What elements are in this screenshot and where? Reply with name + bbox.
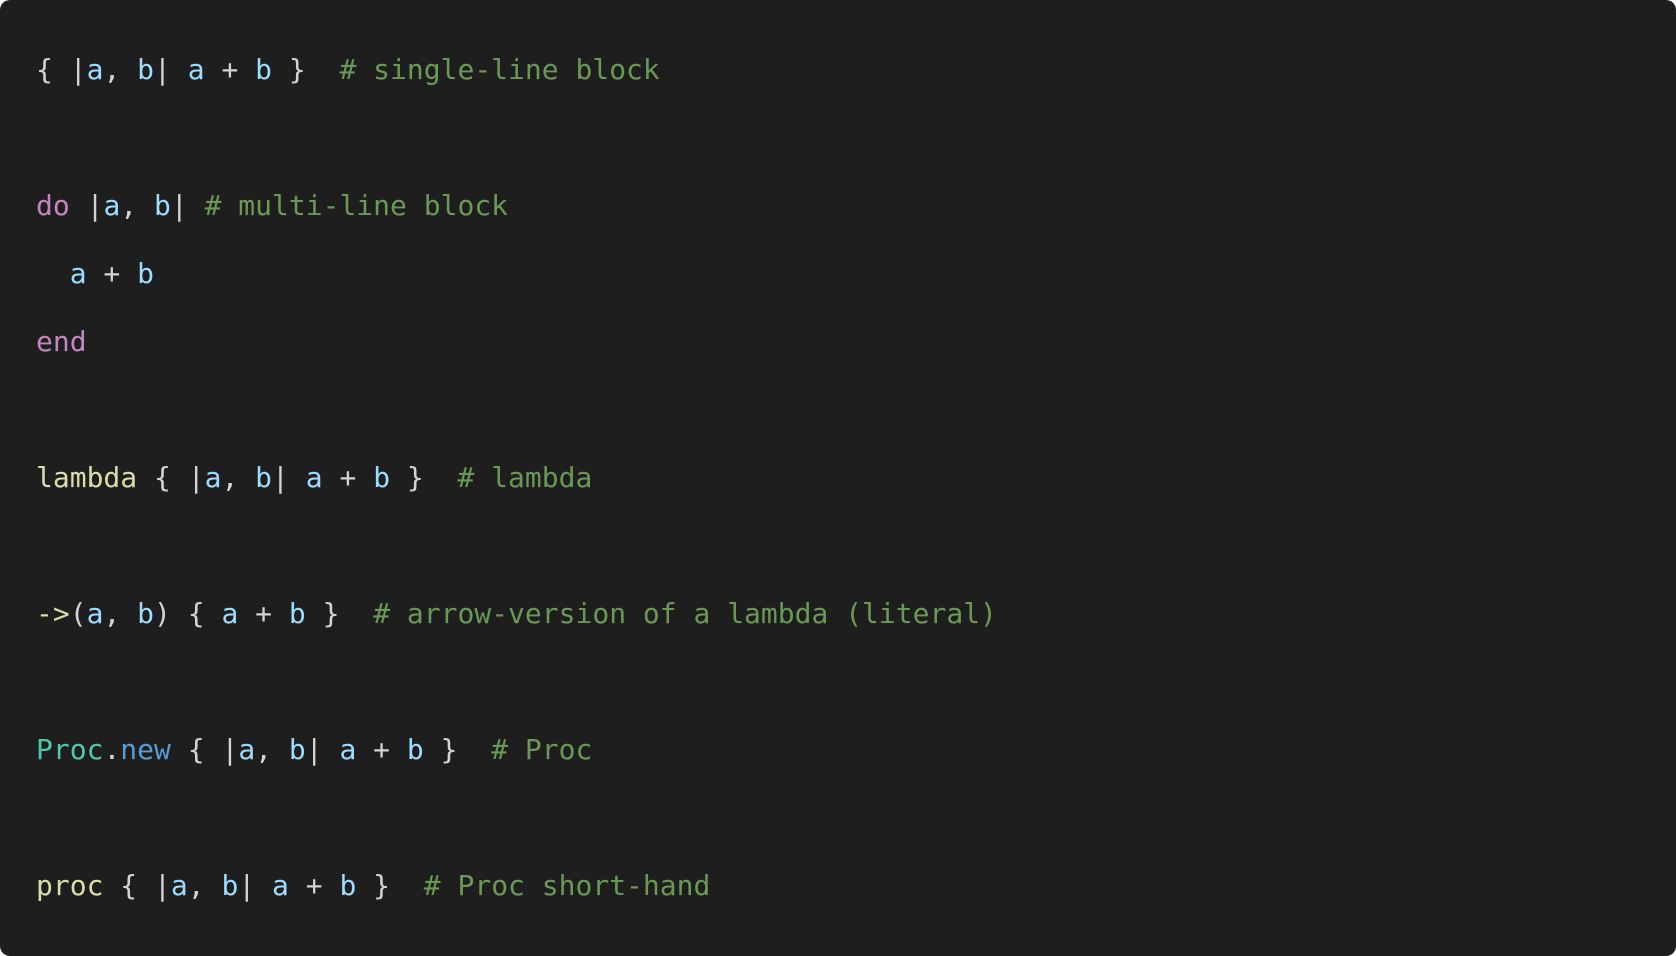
code-variable: b xyxy=(288,733,306,766)
code-variable: b xyxy=(373,461,391,494)
code-line: proc { |a, b| a + b } # Proc short-hand xyxy=(36,852,1640,920)
code-punctuation: | xyxy=(69,189,104,222)
code-variable: b xyxy=(137,53,155,86)
code-keyword: end xyxy=(36,325,87,358)
code-variable: a xyxy=(339,733,357,766)
code-punctuation: | xyxy=(170,189,205,222)
code-function-name: proc xyxy=(36,869,104,902)
code-punctuation: ) { xyxy=(154,597,222,630)
code-line: a + b xyxy=(36,240,1640,308)
code-punctuation: | xyxy=(272,461,306,494)
code-punctuation: , xyxy=(120,189,155,222)
code-variable: a xyxy=(238,733,256,766)
code-variable: a xyxy=(170,869,188,902)
code-punctuation: | xyxy=(154,53,188,86)
code-variable: a xyxy=(69,257,87,290)
code-function-name: -> xyxy=(36,597,70,630)
code-punctuation: + xyxy=(322,461,374,494)
code-punctuation: + xyxy=(288,869,340,902)
code-punctuation: { | xyxy=(36,53,87,86)
code-variable: b xyxy=(137,597,155,630)
code-variable: b xyxy=(221,869,239,902)
code-punctuation: { | xyxy=(137,461,205,494)
code-punctuation: + xyxy=(86,257,138,290)
code-variable: a xyxy=(221,597,239,630)
code-method-name: new xyxy=(120,733,171,766)
code-comment: # multi-line block xyxy=(204,189,509,222)
code-punctuation: | xyxy=(238,869,273,902)
code-line: Proc.new { |a, b| a + b } # Proc xyxy=(36,716,1640,784)
code-punctuation: . xyxy=(103,733,121,766)
code-punctuation: + xyxy=(356,733,407,766)
code-class-name: Proc xyxy=(36,733,104,766)
code-variable: a xyxy=(204,461,222,494)
code-variable: b xyxy=(406,733,424,766)
code-punctuation: , xyxy=(103,53,138,86)
code-punctuation: { | xyxy=(103,869,171,902)
code-function-name: lambda xyxy=(36,461,138,494)
code-line: end xyxy=(36,308,1640,376)
code-punctuation: , xyxy=(221,461,256,494)
code-variable: b xyxy=(255,53,273,86)
code-punctuation: { | xyxy=(170,733,239,766)
code-variable: a xyxy=(103,189,121,222)
code-line: lambda { |a, b| a + b } # lambda xyxy=(36,444,1640,512)
code-punctuation: + xyxy=(238,597,289,630)
code-comment: # arrow-version of a lambda (literal) xyxy=(373,597,997,630)
code-block: { |a, b| a + b } # single-line block do … xyxy=(36,36,1640,920)
code-punctuation: ( xyxy=(69,597,87,630)
code-punctuation: , xyxy=(103,597,138,630)
code-line: ->(a, b) { a + b } # arrow-version of a … xyxy=(36,580,1640,648)
code-punctuation: } xyxy=(356,869,424,902)
code-comment: # Proc short-hand xyxy=(423,869,711,902)
code-punctuation: + xyxy=(204,53,256,86)
code-variable: a xyxy=(272,869,289,902)
code-line: { |a, b| a + b } # single-line block xyxy=(36,36,1640,104)
code-comment: # single-line block xyxy=(339,53,660,86)
code-punctuation: } xyxy=(390,461,458,494)
code-snippet-panel: { |a, b| a + b } # single-line block do … xyxy=(0,0,1676,956)
code-comment: # Proc xyxy=(491,733,593,766)
code-variable: b xyxy=(288,597,306,630)
code-punctuation: } xyxy=(305,597,374,630)
code-punctuation: | xyxy=(305,733,340,766)
code-comment: # lambda xyxy=(457,461,593,494)
code-variable: a xyxy=(187,53,205,86)
code-variable: b xyxy=(154,189,171,222)
code-variable: a xyxy=(86,597,104,630)
code-line: do |a, b| # multi-line block xyxy=(36,172,1640,240)
code-punctuation xyxy=(36,257,70,290)
code-keyword: do xyxy=(36,189,70,222)
code-punctuation: } xyxy=(272,53,340,86)
code-variable: b xyxy=(255,461,273,494)
code-punctuation: } xyxy=(423,733,492,766)
code-variable: a xyxy=(86,53,104,86)
code-punctuation: , xyxy=(187,869,222,902)
code-variable: a xyxy=(305,461,323,494)
code-variable: b xyxy=(339,869,357,902)
code-variable: b xyxy=(137,257,155,290)
code-punctuation: , xyxy=(255,733,289,766)
